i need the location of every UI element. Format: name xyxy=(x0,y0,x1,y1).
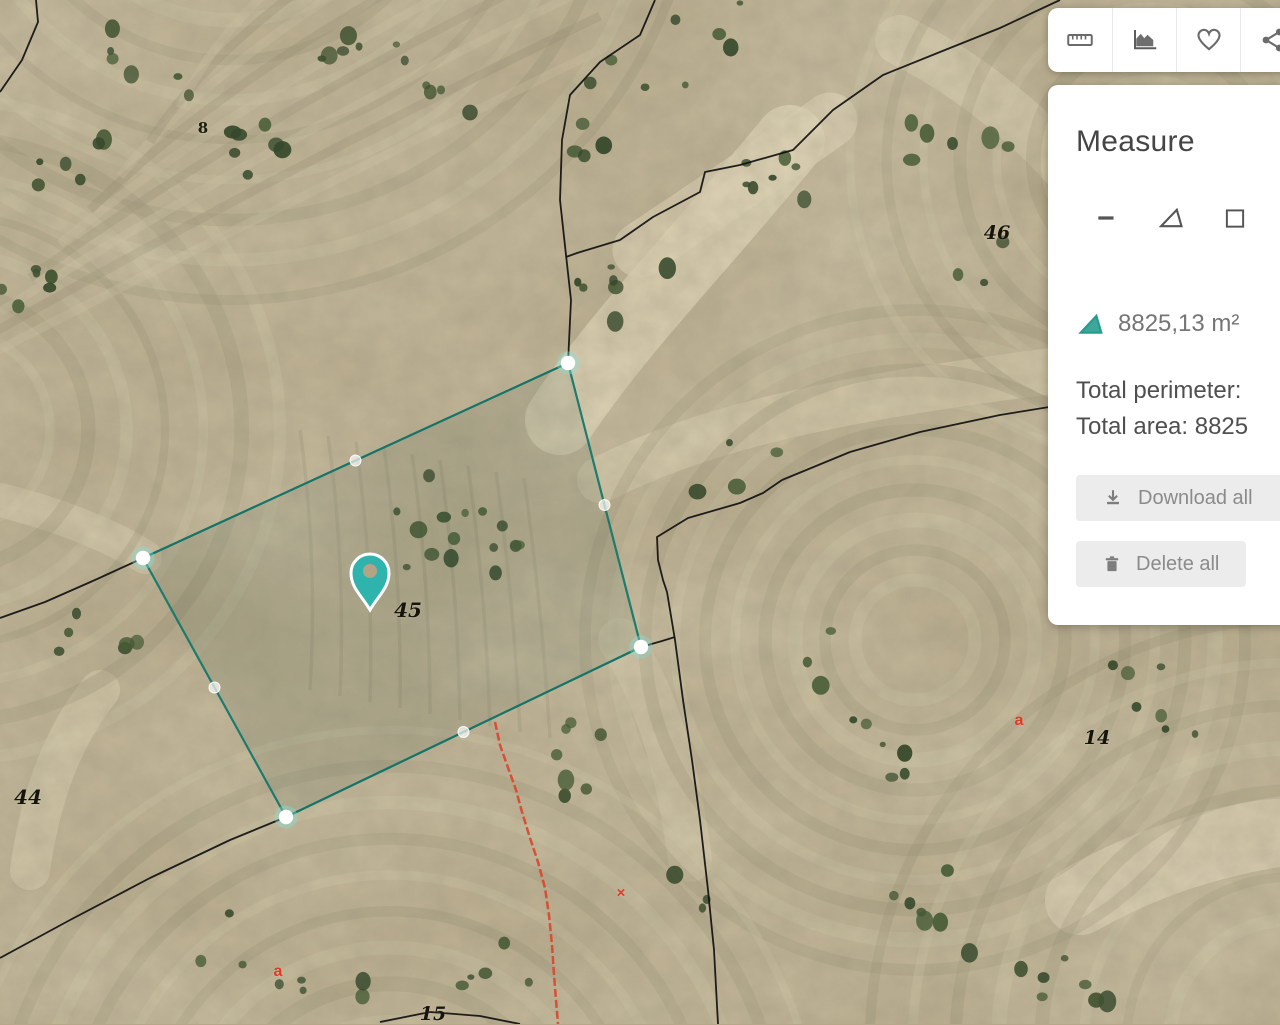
trash-icon xyxy=(1102,554,1122,574)
area-mode-icon xyxy=(1157,204,1185,232)
area-measurement-value: 8825,13 m² xyxy=(1118,310,1239,338)
polygon-midpoint-handle[interactable] xyxy=(458,727,469,738)
polygon-vertex[interactable] xyxy=(634,640,648,654)
measure-panel: Measure 8825,13 m² Total perimeter: Tota… xyxy=(1048,85,1280,625)
rectangle-mode-icon xyxy=(1222,205,1248,231)
measure-rectangle-mode-button[interactable] xyxy=(1220,203,1250,233)
total-perimeter-text: Total perimeter: xyxy=(1076,373,1248,409)
heart-icon xyxy=(1194,25,1224,55)
measure-mode-row xyxy=(1092,203,1250,233)
download-all-label: Download all xyxy=(1138,487,1253,510)
polygon-midpoint-handle[interactable] xyxy=(209,682,220,693)
download-all-button[interactable]: Download all xyxy=(1076,475,1280,521)
polygon-midpoint-handle[interactable] xyxy=(350,455,361,466)
line-mode-icon xyxy=(1094,205,1120,231)
delete-all-button[interactable]: Delete all xyxy=(1076,541,1246,587)
ruler-tool-button[interactable] xyxy=(1048,8,1112,72)
total-area-text: Total area: 8825 xyxy=(1076,409,1248,445)
measure-area-mode-button[interactable] xyxy=(1156,203,1186,233)
elevation-profile-button[interactable] xyxy=(1112,8,1176,72)
marker-pin-hole xyxy=(363,564,377,578)
share-button[interactable] xyxy=(1240,8,1280,72)
polygon-vertex[interactable] xyxy=(136,551,150,565)
polygon-midpoint-handle[interactable] xyxy=(599,500,610,511)
measurement-result-row: 8825,13 m² xyxy=(1078,310,1239,338)
measurement-totals: Total perimeter: Total area: 8825 xyxy=(1076,373,1248,445)
measure-line-mode-button[interactable] xyxy=(1092,203,1122,233)
favorite-button[interactable] xyxy=(1176,8,1240,72)
polygon-vertex[interactable] xyxy=(561,356,575,370)
share-icon xyxy=(1258,25,1280,55)
panel-title: Measure xyxy=(1076,125,1195,159)
ruler-icon xyxy=(1065,25,1095,55)
download-icon xyxy=(1102,487,1124,509)
area-measurement-icon xyxy=(1078,311,1104,337)
map-toolbar xyxy=(1048,8,1280,72)
polygon-vertex[interactable] xyxy=(279,810,293,824)
elevation-chart-icon xyxy=(1130,25,1160,55)
delete-all-label: Delete all xyxy=(1136,553,1219,576)
